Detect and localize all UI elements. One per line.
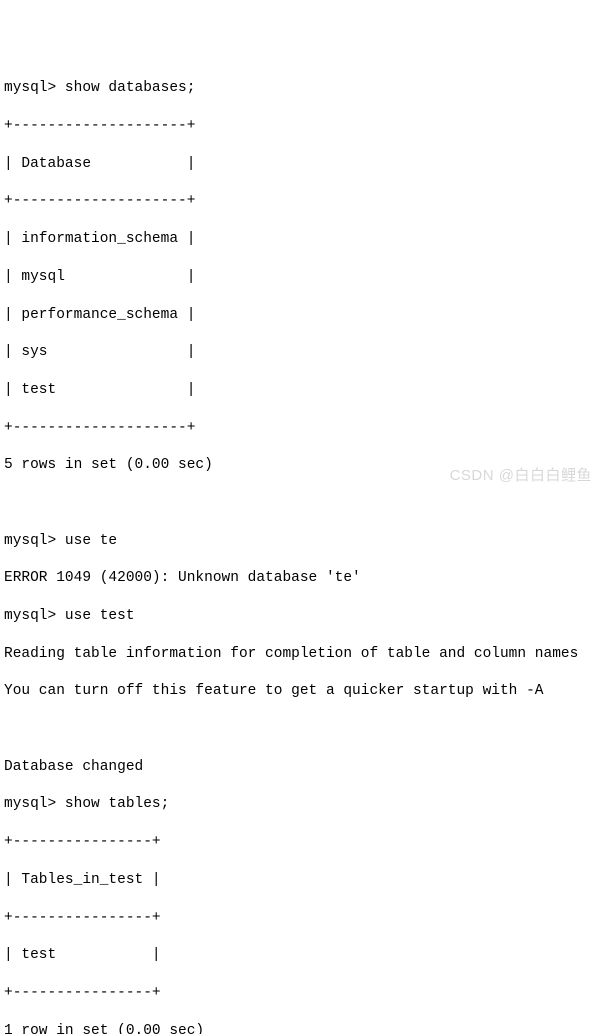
table-row: | sys |	[4, 343, 600, 362]
database-changed: Database changed	[4, 758, 600, 777]
table-border: +----------------+	[4, 909, 600, 928]
table-row: | performance_schema |	[4, 306, 600, 325]
table-border: +--------------------+	[4, 419, 600, 438]
mysql-prompt: mysql>	[4, 533, 56, 549]
table-border: +----------------+	[4, 984, 600, 1003]
mysql-prompt: mysql>	[4, 80, 56, 96]
prompt-line-1: mysql> show databases;	[4, 79, 600, 98]
table-header-database: | Database |	[4, 155, 600, 174]
command-use-test: use test	[65, 608, 135, 624]
prompt-line-3: mysql> use test	[4, 607, 600, 626]
blank-line	[4, 720, 600, 739]
table-row: | test |	[4, 381, 600, 400]
mysql-prompt: mysql>	[4, 796, 56, 812]
table-header-tables: | Tables_in_test |	[4, 871, 600, 890]
mysql-prompt: mysql>	[4, 608, 56, 624]
table-row: | information_schema |	[4, 230, 600, 249]
prompt-line-2: mysql> use te	[4, 532, 600, 551]
command-use-te: use te	[65, 533, 117, 549]
prompt-line-4: mysql> show tables;	[4, 795, 600, 814]
info-message: You can turn off this feature to get a q…	[4, 682, 600, 701]
watermark: CSDN @白白白鲤鱼	[450, 466, 592, 486]
error-message: ERROR 1049 (42000): Unknown database 'te…	[4, 569, 600, 588]
table-border: +--------------------+	[4, 117, 600, 136]
blank-line	[4, 494, 600, 513]
info-message: Reading table information for completion…	[4, 645, 600, 664]
table-border: +--------------------+	[4, 192, 600, 211]
command-show-databases: show databases;	[65, 80, 196, 96]
table-row: | mysql |	[4, 268, 600, 287]
command-show-tables: show tables;	[65, 796, 169, 812]
row-count: 1 row in set (0.00 sec)	[4, 1022, 600, 1034]
table-row: | test |	[4, 946, 600, 965]
table-border: +----------------+	[4, 833, 600, 852]
